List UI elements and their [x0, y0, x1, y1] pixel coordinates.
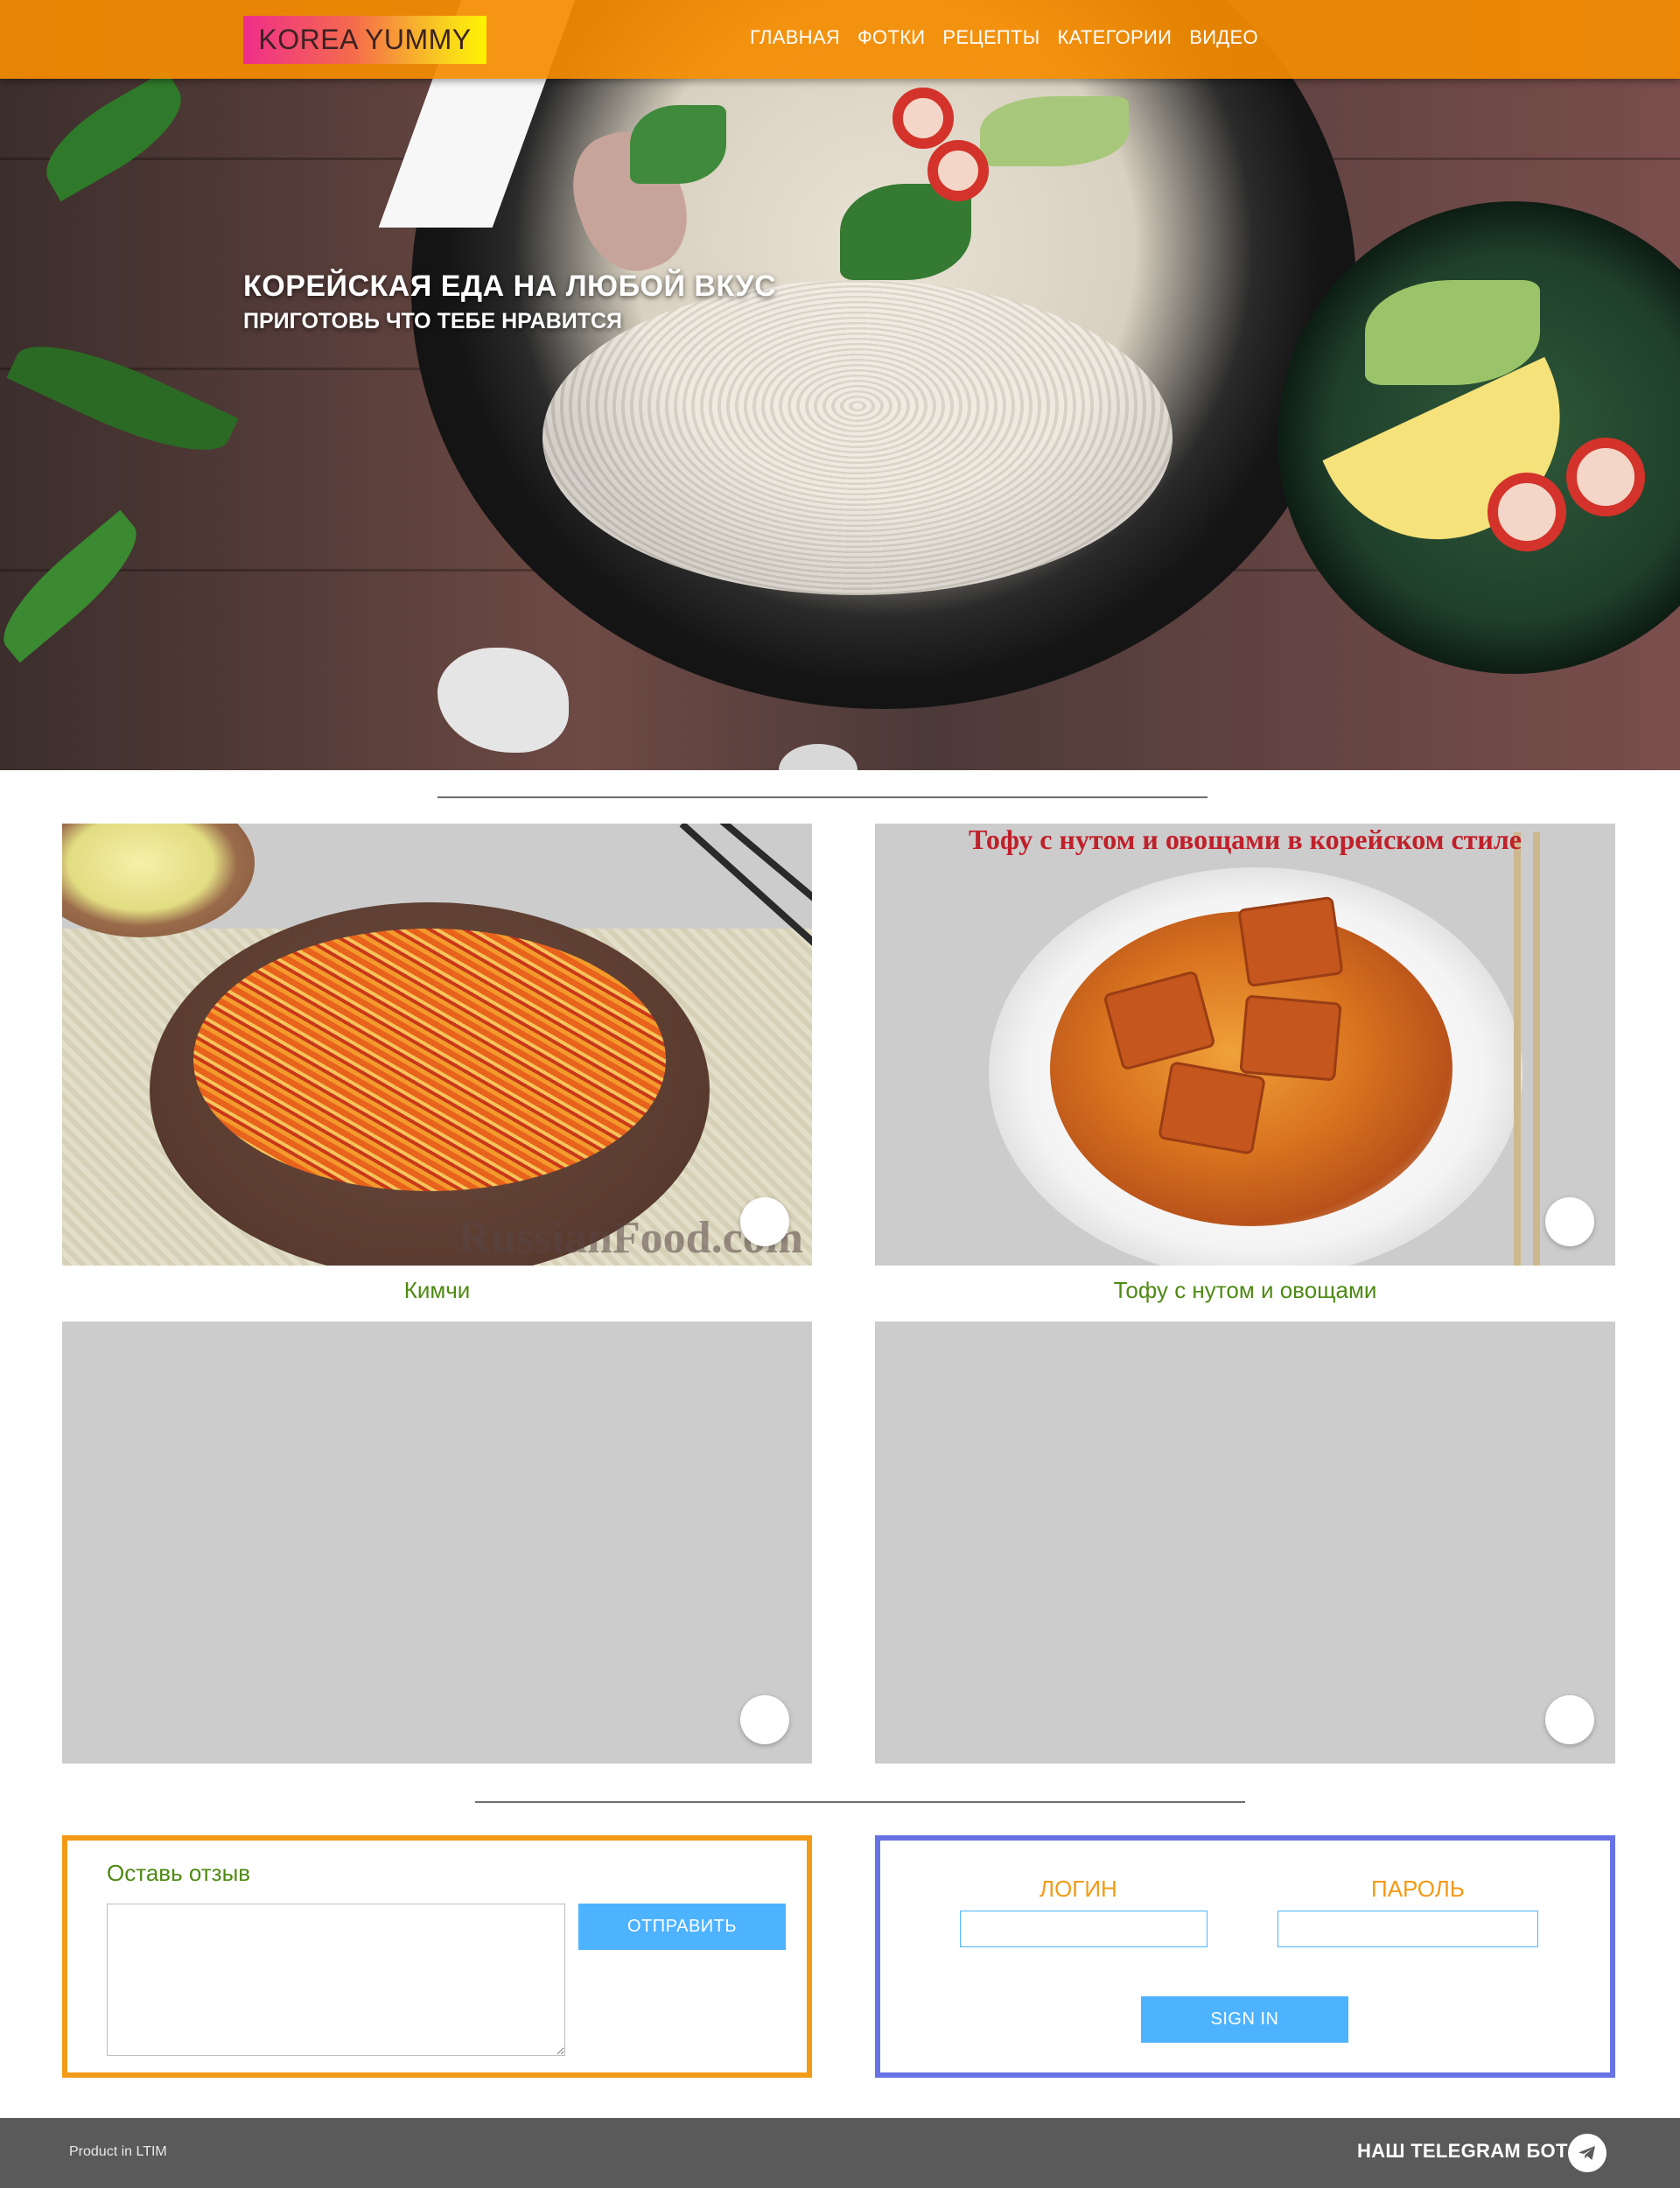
- nav-video[interactable]: ВИДЕО: [1189, 26, 1258, 49]
- tofu-image[interactable]: Тофу с нутом и овощами в корейском стиле: [875, 824, 1615, 1266]
- hero-banner: КОРЕЙСКАЯ ЕДА НА ЛЮБОЙ ВКУС ПРИГОТОВЬ ЧТ…: [0, 0, 1680, 770]
- recipe-card-kimchi[interactable]: RussianFood.com Кимчи: [62, 824, 812, 1314]
- main-nav: ГЛАВНАЯ ФОТКИ РЕЦЕПТЫ КАТЕГОРИИ ВИДЕО: [750, 26, 1258, 49]
- image-placeholder[interactable]: [875, 1322, 1615, 1764]
- recipe-card-tofu[interactable]: Тофу с нутом и овощами в корейском стиле…: [875, 824, 1615, 1314]
- recipe-card-empty[interactable]: [875, 1322, 1615, 1764]
- login-form: ЛОГИН ПАРОЛЬ SIGN IN: [875, 1835, 1615, 2078]
- card-caption[interactable]: Кимчи: [62, 1277, 812, 1304]
- password-input[interactable]: [1278, 1911, 1538, 1947]
- image-placeholder[interactable]: [62, 1322, 812, 1764]
- footer-credit: Product in LTIM: [69, 2144, 167, 2159]
- site-logo[interactable]: KOREA YUMMY: [243, 16, 486, 64]
- login-input[interactable]: [960, 1911, 1208, 1947]
- password-label: ПАРОЛЬ: [1371, 1876, 1465, 1902]
- review-form: Оставь отзыв ОТПРАВИТЬ: [62, 1835, 812, 2078]
- logo-text: KOREA YUMMY: [258, 24, 472, 55]
- sign-in-button[interactable]: SIGN IN: [1141, 1996, 1348, 2043]
- review-label: Оставь отзыв: [107, 1860, 251, 1886]
- card-action-button[interactable]: [740, 1197, 789, 1246]
- card-action-button[interactable]: [1545, 1695, 1594, 1744]
- nav-photos[interactable]: ФОТКИ: [858, 26, 925, 49]
- section-divider: [475, 1801, 1245, 1803]
- nav-categories[interactable]: КАТЕГОРИИ: [1058, 26, 1172, 49]
- telegram-icon[interactable]: [1568, 2134, 1606, 2172]
- card-action-button[interactable]: [740, 1695, 789, 1744]
- send-review-button[interactable]: ОТПРАВИТЬ: [578, 1904, 786, 1950]
- review-textarea[interactable]: [107, 1904, 565, 2056]
- navbar: KOREA YUMMY ГЛАВНАЯ ФОТКИ РЕЦЕПТЫ КАТЕГО…: [0, 0, 1680, 79]
- hero-title: КОРЕЙСКАЯ ЕДА НА ЛЮБОЙ ВКУС: [243, 270, 777, 303]
- kimchi-image[interactable]: RussianFood.com: [62, 824, 812, 1266]
- card-caption[interactable]: Тофу с нутом и овощами: [875, 1277, 1615, 1304]
- footer: Product in LTIM НАШ TELEGRAM БОТ: [0, 2118, 1680, 2188]
- image-banner: Тофу с нутом и овощами в корейском стиле: [969, 824, 1522, 855]
- login-label: ЛОГИН: [1040, 1876, 1117, 1902]
- nav-home[interactable]: ГЛАВНАЯ: [750, 26, 840, 49]
- telegram-bot-link[interactable]: НАШ TELEGRAM БОТ: [1357, 2140, 1568, 2163]
- hero-subtitle: ПРИГОТОВЬ ЧТО ТЕБЕ НРАВИТСЯ: [243, 309, 623, 333]
- nav-recipes[interactable]: РЕЦЕПТЫ: [942, 26, 1040, 49]
- card-action-button[interactable]: [1545, 1197, 1594, 1246]
- recipe-card-empty[interactable]: [62, 1322, 812, 1764]
- section-divider: [438, 796, 1208, 798]
